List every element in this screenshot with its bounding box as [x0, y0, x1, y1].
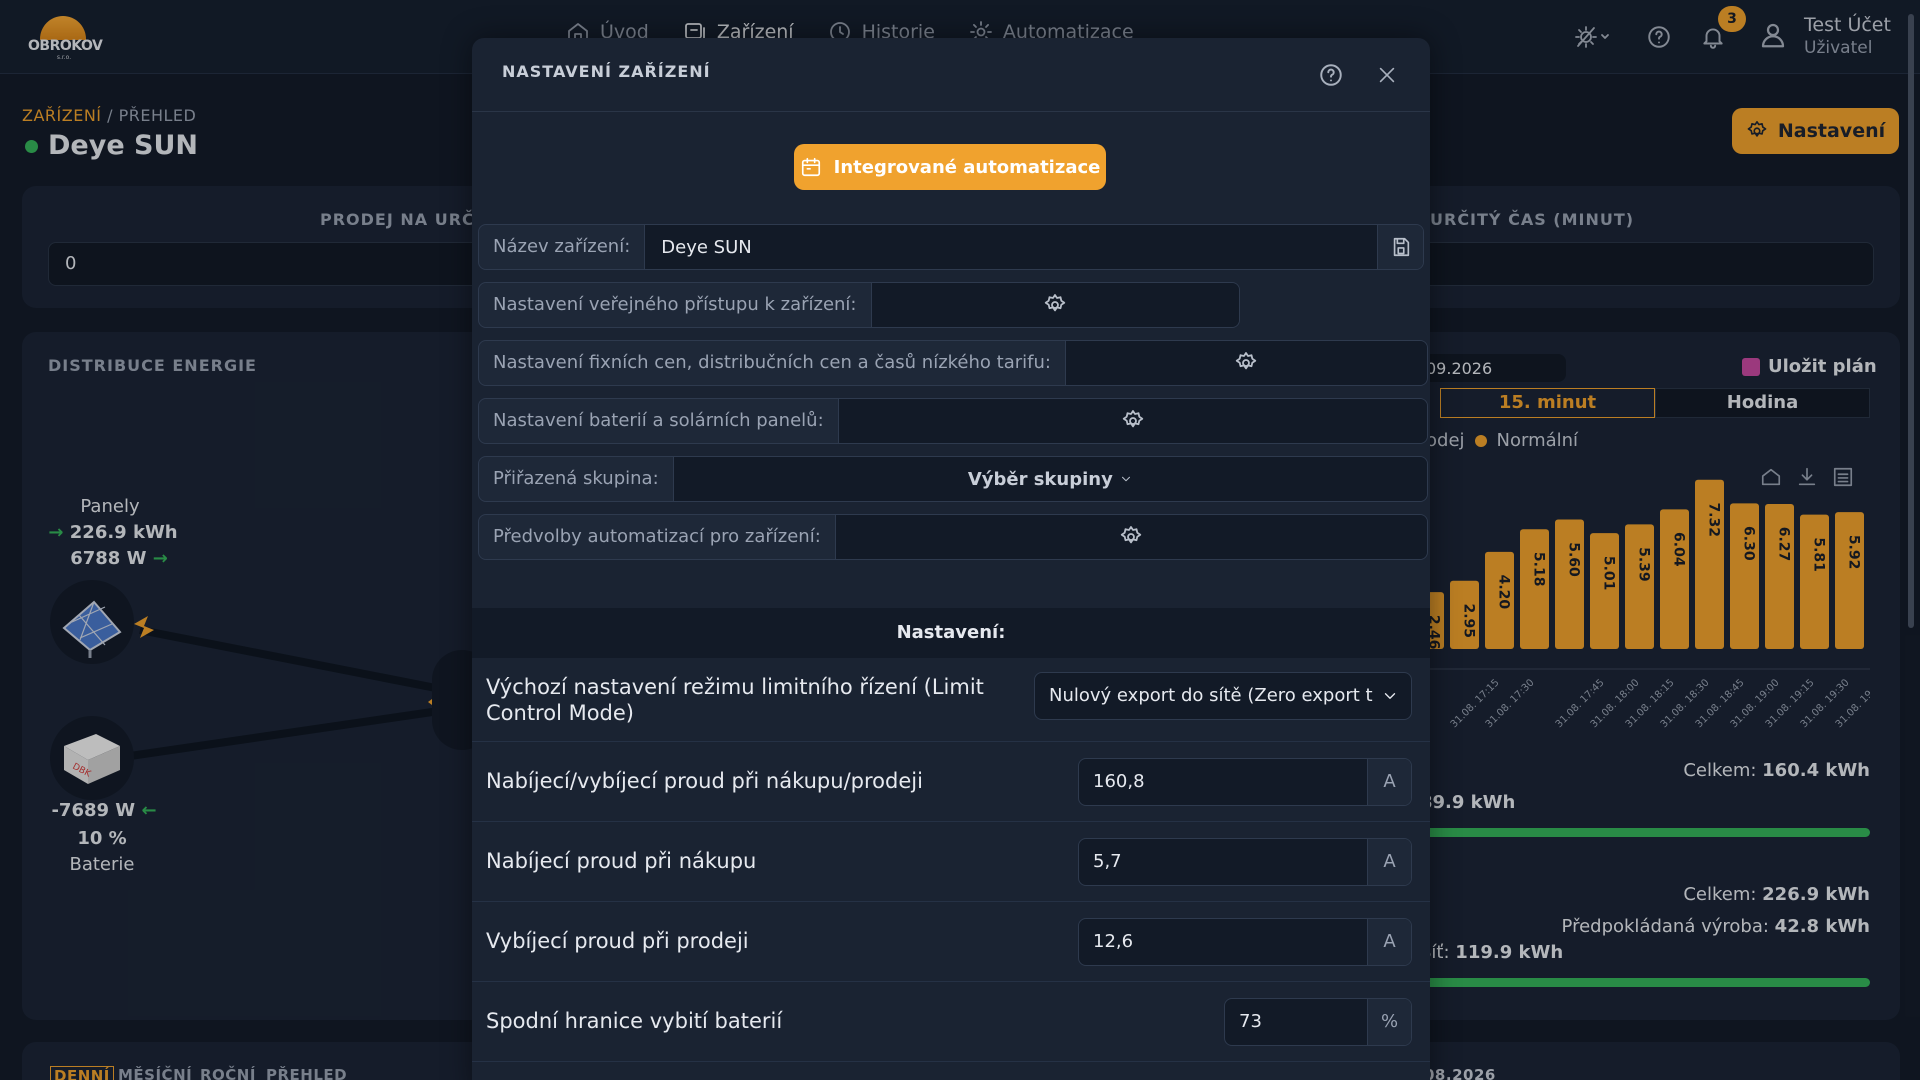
prices-label: Nastavení fixních cen, distribučních cen…: [479, 341, 1066, 385]
unit-label: A: [1367, 839, 1411, 885]
device-name-input[interactable]: Deye SUN: [645, 225, 1377, 269]
gear-icon: [1045, 294, 1066, 312]
presets-row: Předvolby automatizací pro zařízení:: [478, 514, 1428, 560]
battery-panels-settings-button[interactable]: [838, 399, 1427, 443]
charge-discharge-row: Nabíjecí/vybíjecí proud při nákupu/prode…: [472, 742, 1430, 822]
unit-label: A: [1367, 919, 1411, 965]
close-icon[interactable]: [1376, 64, 1398, 86]
chevron-down-icon: [1384, 693, 1396, 699]
discharge-label: Vybíjecí proud při prodeji: [486, 929, 749, 953]
discharge-input[interactable]: 12,6 A: [1078, 918, 1412, 966]
automations-label: Integrované automatizace: [833, 156, 1101, 178]
group-select[interactable]: Výběr skupiny: [673, 457, 1427, 501]
public-access-row: Nastavení veřejného přístupu k zařízení:: [478, 282, 1240, 328]
unit-label: %: [1367, 999, 1411, 1045]
public-access-settings-button[interactable]: [871, 283, 1239, 327]
charge-discharge-label: Nabíjecí/vybíjecí proud při nákupu/prode…: [486, 769, 923, 793]
presets-settings-button[interactable]: [835, 515, 1427, 559]
min-soc-row: Spodní hranice vybití baterií 73 %: [472, 982, 1430, 1062]
battery-panels-row: Nastavení baterií a solárních panelů:: [478, 398, 1428, 444]
save-name-button[interactable]: [1377, 225, 1423, 269]
unit-label: A: [1367, 759, 1411, 805]
charge-row: Nabíjecí proud při nákupu 5,7 A: [472, 822, 1430, 902]
discharge-row: Vybíjecí proud při prodeji 12,6 A: [472, 902, 1430, 982]
modal-title: NASTAVENÍ ZAŘÍZENÍ: [502, 62, 711, 81]
limit-mode-row: Výchozí nastavení režimu limitního řízen…: [472, 658, 1430, 742]
limit-mode-value: Nulový export do sítě (Zero export t: [1049, 685, 1373, 706]
limit-mode-select[interactable]: Nulový export do sítě (Zero export t: [1034, 672, 1412, 720]
integrated-automations-button[interactable]: Integrované automatizace: [794, 144, 1106, 190]
device-name-row: Název zařízení: Deye SUN: [478, 224, 1424, 270]
charge-discharge-value[interactable]: 160,8: [1079, 759, 1367, 805]
charge-label: Nabíjecí proud při nákupu: [486, 849, 757, 873]
gear-icon: [1121, 526, 1142, 544]
prices-row: Nastavení fixních cen, distribučních cen…: [478, 340, 1428, 386]
charge-value[interactable]: 5,7: [1079, 839, 1367, 885]
limit-mode-label: Výchozí nastavení režimu limitního řízen…: [486, 675, 984, 725]
prices-settings-button[interactable]: [1065, 341, 1427, 385]
settings-section-title: Nastavení:: [472, 608, 1430, 658]
charge-discharge-input[interactable]: 160,8 A: [1078, 758, 1412, 806]
device-settings-modal: NASTAVENÍ ZAŘÍZENÍ Integrované automatiz…: [472, 38, 1430, 1080]
modal-header: NASTAVENÍ ZAŘÍZENÍ: [472, 38, 1430, 112]
public-access-label: Nastavení veřejného přístupu k zařízení:: [479, 283, 872, 327]
group-row: Přiřazená skupina: Výběr skupiny: [478, 456, 1428, 502]
min-soc-label: Spodní hranice vybití baterií: [486, 1009, 783, 1033]
chevron-down-icon: [1121, 476, 1130, 482]
min-soc-value[interactable]: 73: [1225, 999, 1367, 1045]
discharge-value[interactable]: 12,6: [1079, 919, 1367, 965]
group-select-value: Výběr skupiny: [967, 468, 1113, 490]
charge-input[interactable]: 5,7 A: [1078, 838, 1412, 886]
calendar-icon: [801, 157, 820, 177]
battery-panels-label: Nastavení baterií a solárních panelů:: [479, 399, 839, 443]
min-soc-input[interactable]: 73 %: [1224, 998, 1412, 1046]
help-icon[interactable]: [1318, 62, 1344, 88]
save-icon: [1393, 237, 1409, 257]
group-label: Přiřazená skupina:: [479, 457, 674, 501]
presets-label: Předvolby automatizací pro zařízení:: [479, 515, 836, 559]
device-name-label: Název zařízení:: [479, 225, 646, 269]
gear-icon: [1122, 410, 1144, 428]
gear-icon: [1236, 352, 1257, 370]
